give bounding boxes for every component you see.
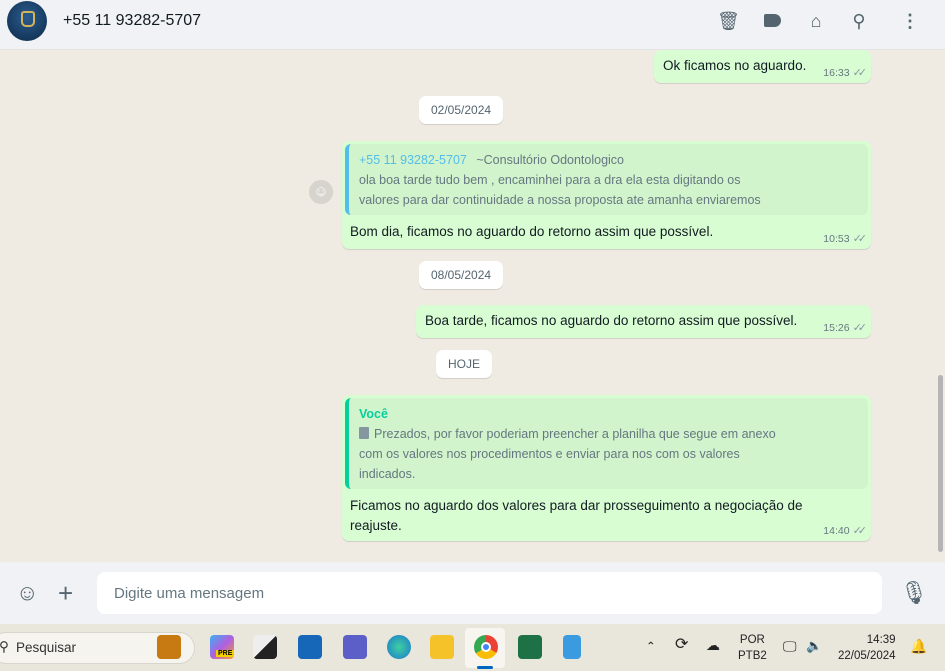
chat-header: +55 11 93282-5707 🗑 ⌂ ⚲ ⋮ [0,0,945,50]
message-time: 16:33 [823,67,850,79]
message-text: Ok ficamos no aguardo. [663,58,807,73]
message-text: Boa tarde, ficamos no aguardo do retorno… [425,313,798,328]
quote-author: +55 11 93282-5707 [359,153,467,167]
attach-plus-icon[interactable]: + [58,580,73,606]
menu-icon[interactable]: ⋮ [899,10,921,32]
clock[interactable]: 14:39 22/05/2024 [838,632,896,664]
file-explorer-icon[interactable] [430,635,454,659]
quote-author: Você [359,407,388,421]
cloud-off-icon[interactable]: ☁ [706,637,720,653]
emoji-icon[interactable]: ☺ [16,580,38,606]
read-ticks-icon: ✓✓ [852,233,868,245]
network-icon[interactable]: 🖵 [783,638,797,654]
excel-icon[interactable] [518,635,542,659]
message-text: Ficamos no aguardo dos valores para dar … [350,498,803,533]
keyboard-layout: PTB2 [738,650,767,662]
notepad-icon[interactable] [563,635,581,659]
message-outgoing[interactable]: Boa tarde, ficamos no aguardo do retorno… [416,305,871,338]
read-ticks-icon: ✓✓ [852,67,868,79]
search-icon: ⚲ [0,639,9,654]
chrome-icon[interactable] [474,635,498,659]
scrollbar[interactable] [938,375,943,552]
search-icon[interactable]: ⚲ [848,10,870,32]
microphone-icon[interactable]: 🎙 [900,580,928,606]
quote-text: Prezados, por favor poderiam preencher a… [359,427,776,481]
avatar[interactable] [7,1,47,41]
show-hidden-icons[interactable]: ⌃ [646,639,656,655]
edge-icon[interactable] [387,635,411,659]
date-separator: HOJE [436,350,493,378]
contact-name[interactable]: +55 11 93282-5707 [63,12,201,30]
work-bag-icon[interactable] [157,635,181,659]
document-icon [359,427,369,439]
quoted-message[interactable]: Você Prezados, por favor poderiam preenc… [345,398,868,489]
task-view-icon[interactable] [253,635,277,659]
language-indicator[interactable]: POR PTB2 [738,632,767,664]
teams-icon[interactable] [343,635,367,659]
message-input[interactable]: Digite uma mensagem [97,572,882,614]
date-separator: 02/05/2024 [419,96,504,124]
catalog-icon[interactable]: ⌂ [805,10,827,32]
read-ticks-icon: ✓✓ [852,322,868,334]
date-separator: 08/05/2024 [419,261,504,289]
compose-bar: ☺ + Digite uma mensagem 🎙 [0,562,945,624]
active-indicator [477,666,493,669]
react-emoji-icon[interactable]: ☺ [309,180,333,204]
volume-icon[interactable]: 🔈 [806,638,822,654]
quote-text: ola boa tarde tudo bem , encaminhei para… [359,173,761,207]
label-icon[interactable] [761,10,783,32]
clock-time: 14:39 [866,634,896,646]
message-outgoing-reply[interactable]: Você Prezados, por favor poderiam preenc… [342,395,871,541]
message-list: Ok ficamos no aguardo. 16:33 ✓✓ 02/05/202… [0,50,945,562]
message-text: Bom dia, ficamos no aguardo do retorno a… [350,224,714,239]
copilot-badge: PRE [216,650,235,657]
clock-date: 22/05/2024 [838,650,896,662]
message-time: 15:26 [823,322,850,334]
sync-icon[interactable]: ⟳ [675,637,688,653]
message-outgoing-reply[interactable]: +55 11 93282-5707 ~Consultório Odontolog… [342,141,871,249]
copilot-icon[interactable]: PRE [210,635,235,659]
quoted-message[interactable]: +55 11 93282-5707 ~Consultório Odontolog… [345,144,868,215]
read-ticks-icon: ✓✓ [852,525,868,537]
windows-taskbar: ⚲ Pesquisar PRE ⌃ ⟳ ☁ POR PTB2 🖵 🔈 14:39 22… [0,624,945,671]
quote-name: ~Consultório Odontologico [476,153,625,167]
message-time: 14:40 [823,525,850,537]
message-time: 10:53 [823,233,850,245]
language-code: POR [739,634,765,646]
notification-bell-icon[interactable]: 🔔 [910,638,927,654]
store-icon[interactable] [298,635,322,659]
message-outgoing[interactable]: Ok ficamos no aguardo. 16:33 ✓✓ [654,50,871,83]
search-label: Pesquisar [16,640,77,655]
delete-icon[interactable]: 🗑 [717,10,740,32]
